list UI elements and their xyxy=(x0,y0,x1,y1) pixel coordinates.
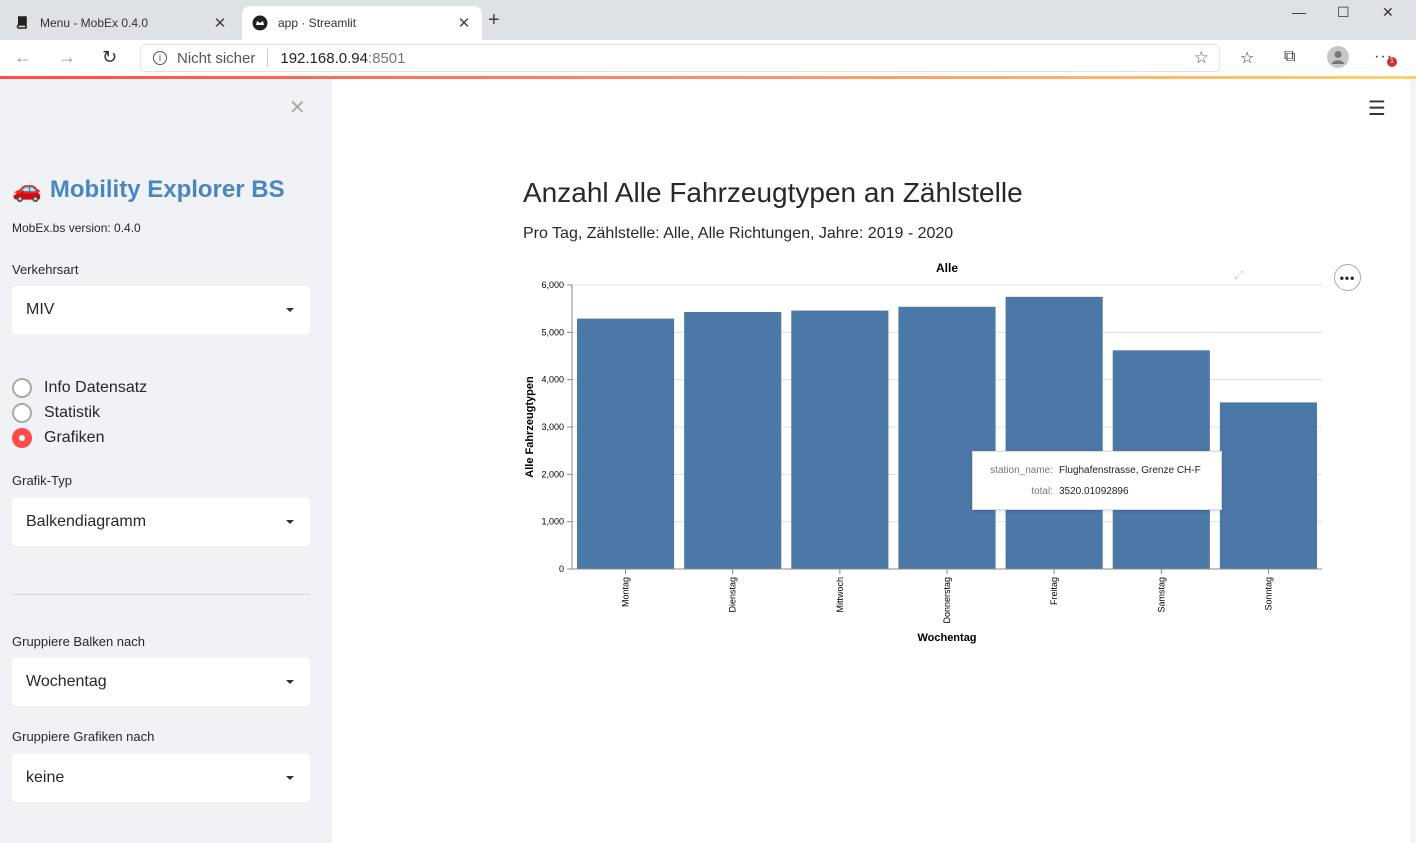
bar[interactable] xyxy=(577,318,675,569)
tooltip-value: 3520.01092896 xyxy=(1059,486,1129,497)
y-tick-label: 0 xyxy=(559,564,564,574)
bar[interactable] xyxy=(684,311,782,569)
bar[interactable] xyxy=(791,310,889,569)
y-tick-label: 6,000 xyxy=(541,280,564,290)
tooltip-row: station_name: Flughafenstrasse, Grenze C… xyxy=(973,465,1201,476)
y-tick-label: 5,000 xyxy=(541,327,564,337)
tooltip-value: Flughafenstrasse, Grenze CH-F xyxy=(1059,465,1201,476)
y-tick-label: 4,000 xyxy=(541,375,564,385)
x-axis-title: Wochentag xyxy=(917,632,976,644)
y-tick-label: 1,000 xyxy=(541,517,564,527)
x-tick-label: Sonntag xyxy=(1263,577,1273,611)
y-axis-title: Alle Fahrzeugtypen xyxy=(524,376,536,478)
chart-title: Alle xyxy=(936,261,958,275)
chart-tooltip: station_name: Flughafenstrasse, Grenze C… xyxy=(972,451,1222,510)
bar[interactable] xyxy=(1005,296,1103,569)
y-tick-label: 3,000 xyxy=(541,422,564,432)
x-tick-label: Donnerstag xyxy=(942,577,952,624)
y-tick-label: 2,000 xyxy=(541,469,564,479)
x-tick-label: Samstag xyxy=(1156,577,1166,613)
bar-chart: Alle 0 1,000 2,000 3,000 4,000 5,000 6,000 Mont… xyxy=(524,261,1322,644)
chart-actions-menu-button[interactable]: ••• xyxy=(1334,264,1361,291)
x-tick-label: Freitag xyxy=(1049,577,1059,605)
x-tick-label: Mittwoch xyxy=(835,577,845,613)
bar[interactable] xyxy=(1219,402,1317,569)
bar[interactable] xyxy=(898,306,996,569)
tooltip-key: station_name: xyxy=(990,465,1053,476)
tooltip-row: total: 3520.01092896 xyxy=(973,486,1129,497)
tooltip-key: total: xyxy=(1031,486,1053,497)
expand-icon[interactable]: ⤢ xyxy=(1234,268,1244,283)
x-tick-label: Montag xyxy=(621,577,631,607)
x-tick-label: Dienstag xyxy=(728,577,738,613)
